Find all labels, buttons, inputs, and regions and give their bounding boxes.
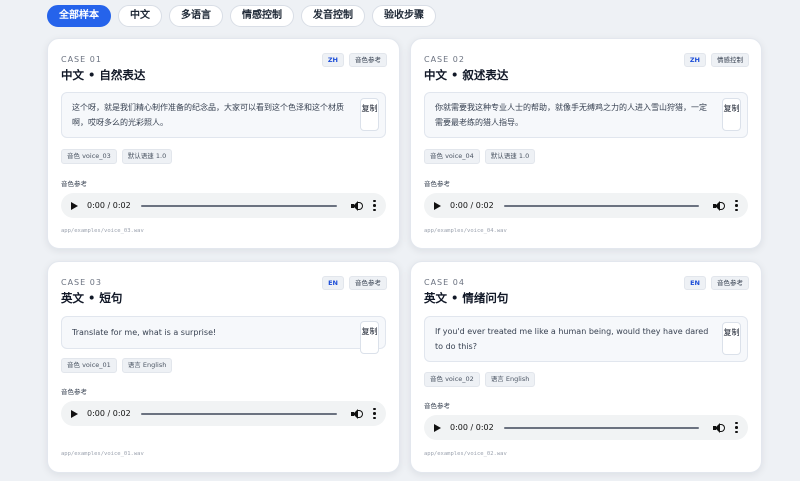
case-title: 英文 • 情绪问句 xyxy=(424,291,509,305)
play-icon[interactable] xyxy=(71,409,78,418)
sample-text-box: Translate for me, what is a surprise! 复制 xyxy=(61,316,386,354)
case-label: CASE 02 xyxy=(424,55,465,64)
sample-chips: 音色 voice_03 默认语速 1.0 xyxy=(61,149,173,164)
setting-chip: 默认语速 1.0 xyxy=(121,149,173,164)
voice-chip: 音色 voice_02 xyxy=(424,372,480,387)
volume-icon[interactable] xyxy=(351,200,363,211)
copy-button[interactable]: 复制 xyxy=(722,98,741,131)
audio-time: 0:00 / 0:02 xyxy=(87,201,131,210)
voice-chip: 音色 voice_01 xyxy=(61,358,117,373)
audio-player: 0:00 / 0:02 xyxy=(61,401,386,426)
audio-time: 0:00 / 0:02 xyxy=(87,409,131,418)
case-title: 英文 • 短句 xyxy=(61,291,123,305)
more-options-icon[interactable] xyxy=(735,199,738,212)
play-icon[interactable] xyxy=(434,201,441,210)
copy-button[interactable]: 复制 xyxy=(360,98,379,131)
tab-pronunciation-control[interactable]: 发音控制 xyxy=(301,5,365,27)
audio-time: 0:00 / 0:02 xyxy=(450,201,494,210)
file-path: app/examples/voice_02.wav xyxy=(424,451,507,457)
sample-chips: 音色 voice_01 语言 English xyxy=(61,358,173,373)
tab-acceptance-steps[interactable]: 验收步骤 xyxy=(372,5,436,27)
tag-badge: 音色参考 xyxy=(711,276,749,290)
language-badge: EN xyxy=(684,276,706,290)
sample-text: Translate for me, what is a surprise! xyxy=(72,328,217,337)
audio-label: 音色参考 xyxy=(424,402,450,410)
tab-chinese[interactable]: 中文 xyxy=(118,5,162,27)
language-badge: ZH xyxy=(683,53,706,67)
audio-progress-bar[interactable] xyxy=(140,204,337,207)
tag-badge: 情感控制 xyxy=(711,53,749,67)
file-path: app/examples/voice_03.wav xyxy=(61,228,144,234)
audio-player: 0:00 / 0:02 xyxy=(424,193,748,218)
audio-label: 音色参考 xyxy=(61,180,87,188)
case-card-03: CASE 03 英文 • 短句 EN 音色参考 Translate for me… xyxy=(47,261,400,473)
case-badges: ZH 音色参考 xyxy=(321,53,387,67)
tab-emotion-control[interactable]: 情感控制 xyxy=(230,5,294,27)
sample-text: 你就需要我这种专业人士的帮助，就像手无缚鸡之力的人进入雪山狩猎，一定需要最老练的… xyxy=(435,103,707,127)
case-card-01: CASE 01 中文 • 自然表达 ZH 音色参考 这个呀，就是我们精心制作准备… xyxy=(47,38,400,249)
copy-button[interactable]: 复制 xyxy=(722,322,741,355)
audio-label: 音色参考 xyxy=(424,180,450,188)
case-title: 中文 • 自然表达 xyxy=(61,68,146,82)
sample-chips: 音色 voice_04 默认语速 1.0 xyxy=(424,149,536,164)
sample-text-box: If you'd ever treated me like a human be… xyxy=(424,316,748,362)
tab-all-samples[interactable]: 全部样本 xyxy=(47,5,111,27)
case-badges: ZH 情感控制 xyxy=(683,53,749,67)
case-badges: EN 音色参考 xyxy=(322,276,387,290)
voice-chip: 音色 voice_04 xyxy=(424,149,480,164)
sample-text-box: 你就需要我这种专业人士的帮助，就像手无缚鸡之力的人进入雪山狩猎，一定需要最老练的… xyxy=(424,92,748,138)
audio-time: 0:00 / 0:02 xyxy=(450,423,494,432)
audio-label: 音色参考 xyxy=(61,388,87,396)
case-label: CASE 04 xyxy=(424,278,465,287)
setting-chip: 默认语速 1.0 xyxy=(484,149,536,164)
more-options-icon[interactable] xyxy=(373,407,376,420)
language-badge: EN xyxy=(322,276,344,290)
audio-player: 0:00 / 0:02 xyxy=(424,415,748,440)
sample-text: If you'd ever treated me like a human be… xyxy=(435,327,709,351)
sample-chips: 音色 voice_02 语言 English xyxy=(424,372,536,387)
case-title: 中文 • 叙述表达 xyxy=(424,68,509,82)
language-chip: 语言 English xyxy=(121,358,173,373)
case-card-02: CASE 02 中文 • 叙述表达 ZH 情感控制 你就需要我这种专业人士的帮助… xyxy=(410,38,762,249)
file-path: app/examples/voice_01.wav xyxy=(61,451,144,457)
play-icon[interactable] xyxy=(71,201,78,210)
voice-chip: 音色 voice_03 xyxy=(61,149,117,164)
more-options-icon[interactable] xyxy=(373,199,376,212)
case-label: CASE 01 xyxy=(61,55,102,64)
volume-icon[interactable] xyxy=(713,200,725,211)
case-badges: EN 音色参考 xyxy=(684,276,749,290)
tag-badge: 音色参考 xyxy=(349,276,387,290)
volume-icon[interactable] xyxy=(351,408,363,419)
play-icon[interactable] xyxy=(434,423,441,432)
copy-button[interactable]: 复制 xyxy=(360,321,379,354)
audio-progress-bar[interactable] xyxy=(503,204,699,207)
language-chip: 语言 English xyxy=(484,372,536,387)
volume-icon[interactable] xyxy=(713,422,725,433)
more-options-icon[interactable] xyxy=(735,421,738,434)
sample-text-box: 这个呀，就是我们精心制作准备的纪念品，大家可以看到这个色泽和这个材质啊，哎呀多么… xyxy=(61,92,386,138)
audio-progress-bar[interactable] xyxy=(140,412,337,415)
case-card-04: CASE 04 英文 • 情绪问句 EN 音色参考 If you'd ever … xyxy=(410,261,762,473)
filter-tabs: 全部样本 中文 多语言 情感控制 发音控制 验收步骤 xyxy=(47,5,436,27)
tab-multilingual[interactable]: 多语言 xyxy=(169,5,223,27)
file-path: app/examples/voice_04.wav xyxy=(424,228,507,234)
audio-progress-bar[interactable] xyxy=(503,426,699,429)
case-label: CASE 03 xyxy=(61,278,102,287)
tag-badge: 音色参考 xyxy=(349,53,387,67)
sample-text: 这个呀，就是我们精心制作准备的纪念品，大家可以看到这个色泽和这个材质啊，哎呀多么… xyxy=(72,103,344,127)
audio-player: 0:00 / 0:02 xyxy=(61,193,386,218)
language-badge: ZH xyxy=(321,53,344,67)
